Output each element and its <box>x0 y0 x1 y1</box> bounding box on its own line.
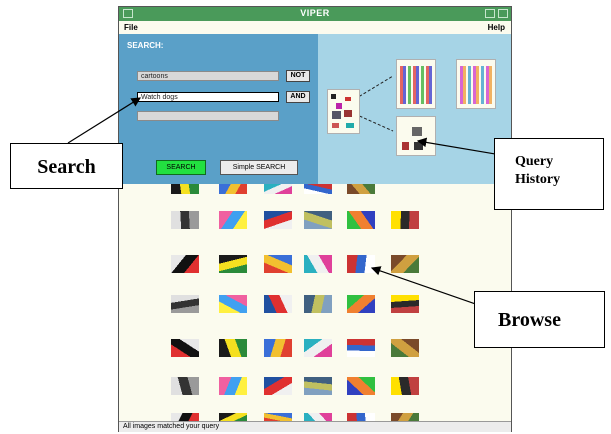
search-arrow <box>67 97 142 144</box>
search-callout-label: Search <box>37 156 96 178</box>
query-history-label-1: Query <box>515 154 554 169</box>
query-history-callout: Query History <box>494 138 604 210</box>
query-history-label-2: History <box>515 172 561 187</box>
annotation-arrows <box>67 97 514 318</box>
search-callout: Search <box>10 143 123 189</box>
browse-callout: Browse <box>474 291 605 348</box>
browse-callout-label: Browse <box>498 309 561 331</box>
